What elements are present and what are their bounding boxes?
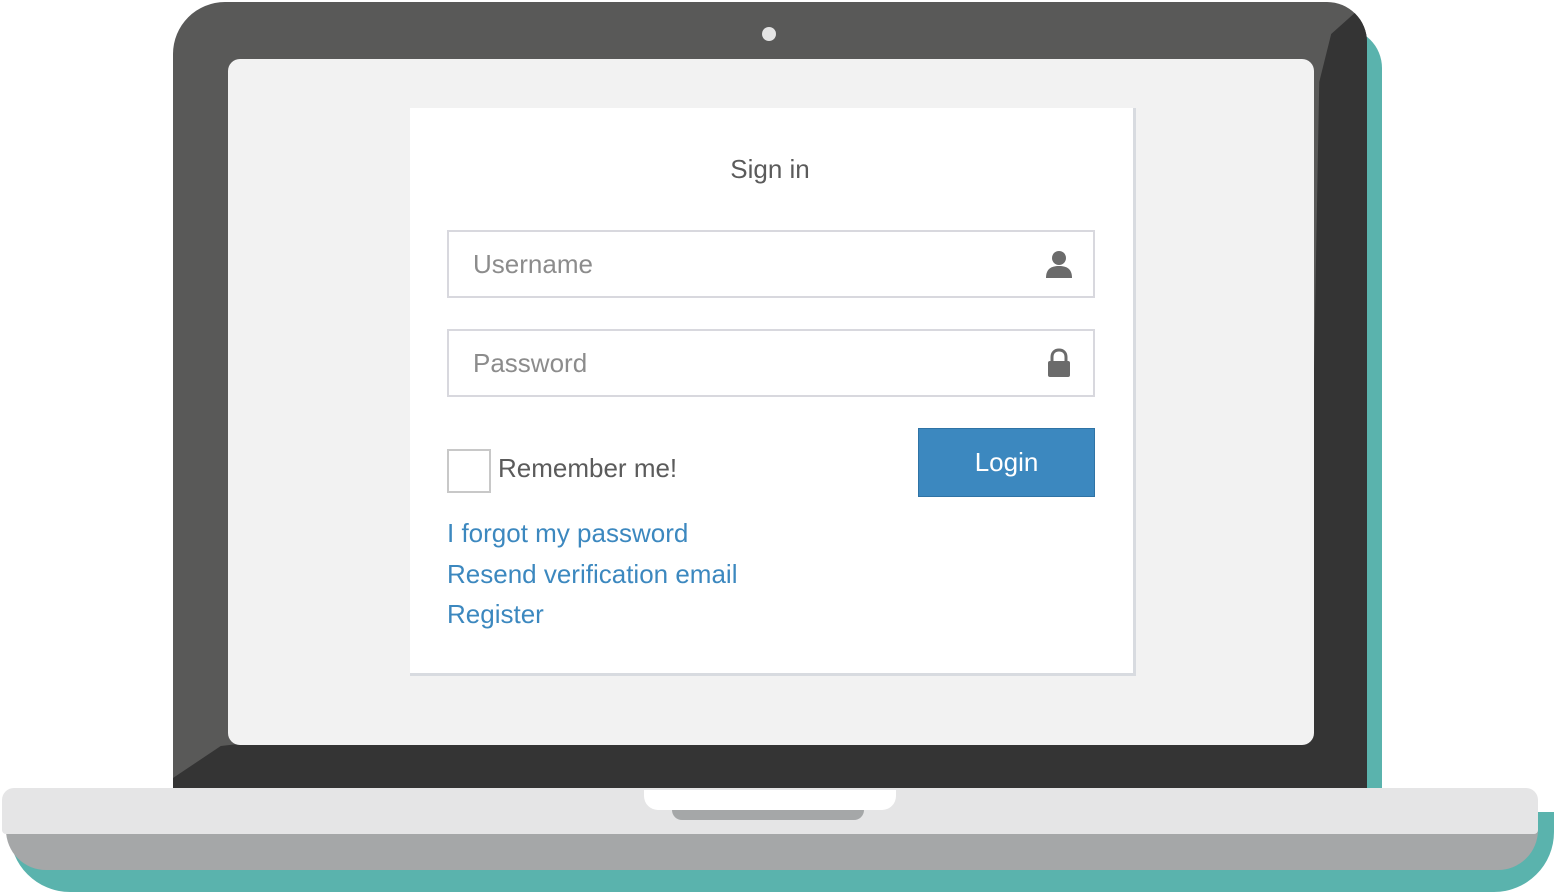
- username-field[interactable]: [447, 230, 1095, 298]
- laptop-notch: [644, 790, 896, 810]
- remember-me-label: Remember me!: [498, 453, 678, 483]
- laptop-screen: Sign in Remember me! Login I forgot my p…: [228, 59, 1314, 745]
- username-input[interactable]: [449, 232, 1053, 296]
- laptop-base-bottom: [6, 830, 1538, 870]
- user-icon: [1046, 251, 1072, 278]
- login-button[interactable]: Login: [918, 428, 1095, 497]
- resend-verification-link[interactable]: Resend verification email: [447, 559, 737, 590]
- laptop-notch-shadow: [672, 810, 864, 820]
- register-link[interactable]: Register: [447, 599, 544, 630]
- remember-me-checkbox[interactable]: [447, 449, 491, 493]
- laptop-illustration: Sign in Remember me! Login I forgot my p…: [0, 0, 1554, 893]
- login-card: Sign in Remember me! Login I forgot my p…: [410, 108, 1136, 676]
- camera-icon: [762, 27, 776, 41]
- page-title: Sign in: [730, 154, 810, 184]
- lock-icon: [1048, 348, 1070, 377]
- password-field[interactable]: [447, 329, 1095, 397]
- forgot-password-link[interactable]: I forgot my password: [447, 518, 688, 549]
- password-input[interactable]: [449, 331, 1053, 395]
